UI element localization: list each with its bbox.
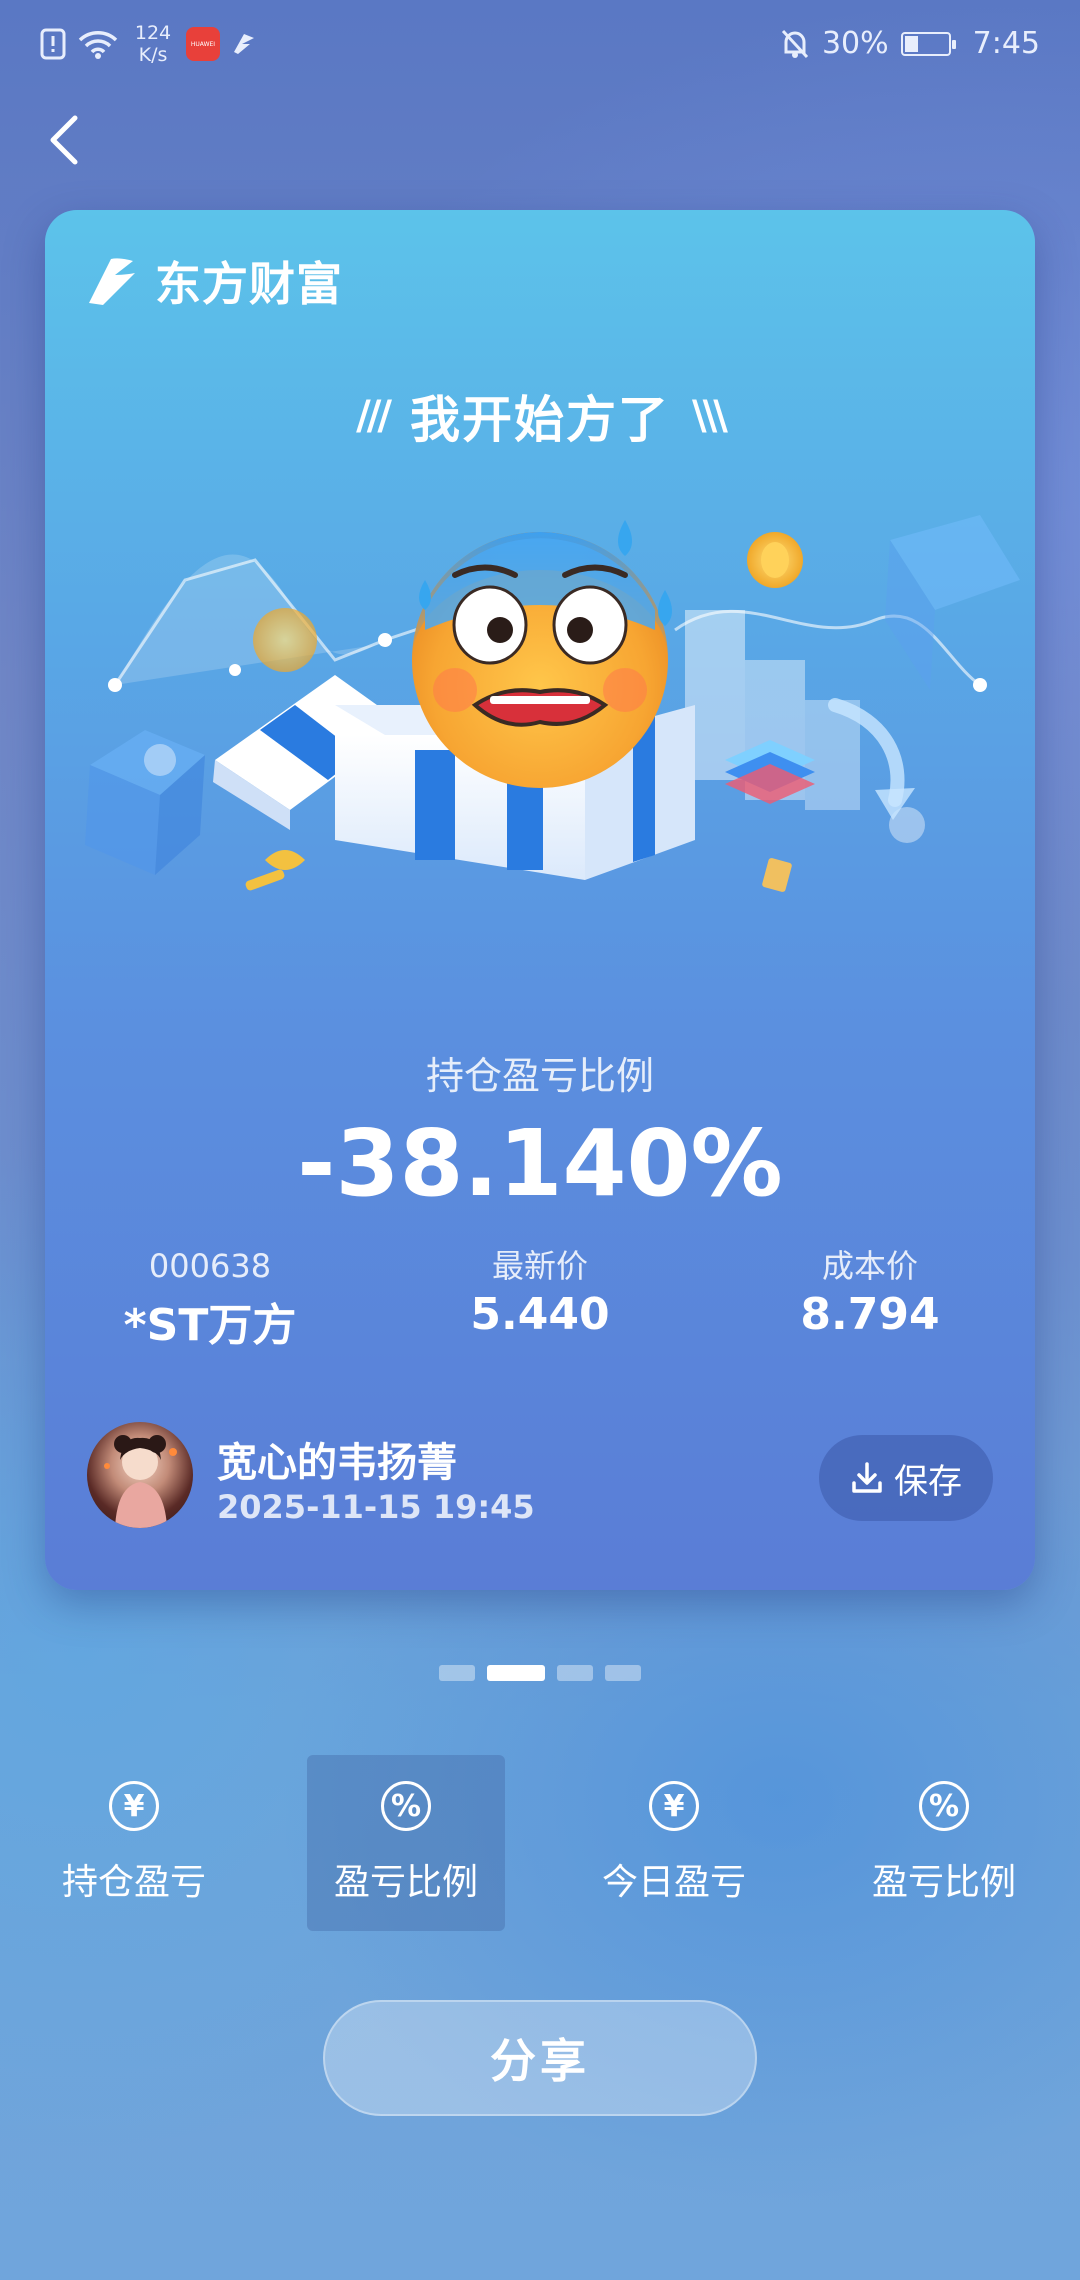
pager-dot[interactable] [439,1665,475,1681]
share-button[interactable]: 分享 [323,2000,757,2116]
latest-price-label: 最新价 [491,1247,588,1285]
tab-label: 盈亏比例 [333,1862,478,1903]
brand-logo: 东方财富 [85,248,343,314]
post-time: 2025-11-15 19:45 [217,1488,535,1526]
network-speed: 124 K/s [134,22,172,66]
headline-left-deco: /// [356,393,392,439]
status-bar: 124 K/s HUAWEI 30% 7:45 [0,0,1080,92]
pager-dot-active[interactable] [487,1665,545,1681]
tab-pnl-ratio[interactable]: % 盈亏比例 [307,1755,505,1931]
stock-stats: 000638 *ST万方 最新价 5.440 成本价 8.794 [45,1245,1035,1353]
battery-icon [900,31,956,56]
cost-price-value: 8.794 [800,1289,940,1340]
avatar-illustration [104,1435,177,1528]
ratio-value: -38.140% [297,1110,783,1217]
user-name: 宽心的韦扬菁 [217,1440,457,1486]
stock-code: 000638 [148,1247,272,1285]
percent-icon: % [381,1781,431,1831]
cost-price-stat: 成本价 8.794 [705,1245,1035,1353]
headline-text: 我开始方了 [410,391,670,449]
user-row: 宽心的韦扬菁 2025-11-15 19:45 保存 [87,1420,993,1530]
brand-name: 东方财富 [155,257,343,311]
battery-percent: 30% [821,26,889,61]
save-label: 保存 [894,1461,962,1502]
download-icon [852,1462,882,1493]
pager-dot[interactable] [557,1665,593,1681]
yen-icon: ¥ [109,1781,159,1831]
stock-name: *ST万方 [123,1300,297,1351]
pager-dot[interactable] [605,1665,641,1681]
latest-price-stat: 最新价 5.440 [375,1245,705,1353]
chevron-left-icon [50,115,78,165]
tab-label: 持仓盈亏 [61,1862,206,1903]
bell-off-icon [781,29,809,58]
ratio-label: 持仓盈亏比例 [425,1054,654,1098]
cost-price-label: 成本价 [821,1247,918,1285]
eastmoney-notification-icon [234,34,254,54]
clock: 7:45 [972,26,1040,61]
headline-right-deco: \\\ [692,393,728,439]
tab-position-pnl[interactable]: ¥ 持仓盈亏 [35,1755,233,1931]
wifi-icon [78,31,118,59]
tab-label: 今日盈亏 [601,1862,746,1903]
eastmoney-logo-icon [89,258,135,305]
latest-price-value: 5.440 [470,1289,610,1340]
card-type-tabs: ¥ 持仓盈亏 % 盈亏比例 ¥ 今日盈亏 % 盈亏比例 [0,1755,1080,1931]
tab-today-pnl[interactable]: ¥ 今日盈亏 [575,1755,773,1931]
tab-label: 盈亏比例 [871,1862,1016,1903]
yen-icon: ¥ [649,1781,699,1831]
back-button[interactable] [30,105,100,175]
percent-icon: % [919,1781,969,1831]
save-button[interactable]: 保存 [819,1435,993,1521]
alert-sim-icon [40,28,66,60]
tab-pnl-ratio-2[interactable]: % 盈亏比例 [845,1755,1043,1931]
share-label: 分享 [490,2034,590,2088]
headline: /// 我开始方了 \\\ [45,380,1035,452]
card-pager [0,1665,1080,1681]
share-card: 东方财富 /// 我开始方了 \\\ 持仓盈亏比例 -38.140% 00063… [45,210,1035,1590]
huawei-app-icon: HUAWEI [186,27,220,61]
stock-info: 000638 *ST万方 [45,1245,375,1353]
avatar [87,1422,193,1528]
